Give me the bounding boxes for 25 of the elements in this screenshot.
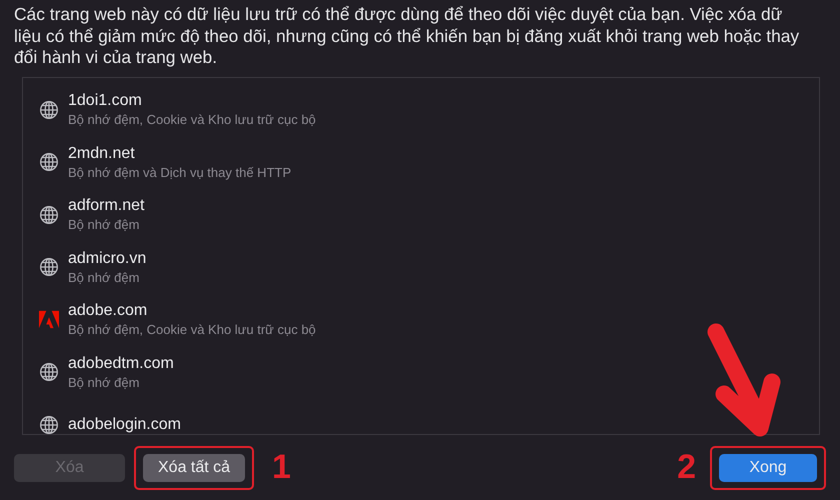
website-item[interactable]: admicro.vn Bộ nhớ đệm	[23, 241, 819, 294]
website-item[interactable]: adobe.com Bộ nhớ đệm, Cookie và Kho lưu trữ cục bộ	[23, 294, 819, 346]
remove-button[interactable]: Xóa tất cả	[143, 454, 246, 482]
data-details: Bộ nhớ đệm, Cookie và Kho lưu trữ cục bộ	[68, 321, 316, 340]
done-button[interactable]: Xong	[719, 454, 817, 482]
data-details: Bộ nhớ đệm, Cookie và Kho lưu trữ cục bộ	[68, 111, 316, 130]
domain-name: 1doi1.com	[68, 91, 143, 112]
domain-name: adobelogin.com	[68, 415, 181, 434]
domain-name: adobedtm.com	[68, 354, 174, 374]
step-number: 1	[272, 448, 291, 487]
data-details: Bộ nhớ đệm	[68, 374, 140, 392]
data-details: Bộ nhớ đệm và Dịch vụ thay thế HTTP	[68, 164, 292, 182]
website-item[interactable]: adform.net Bộ nhớ đệm	[23, 188, 819, 241]
website-item[interactable]: 1doi1.com Bộ nhớ đệm, Cookie và Kho lưu trữ cục bộ	[23, 84, 819, 136]
website-item[interactable]: adobelogin.com	[23, 398, 819, 434]
domain-name: adform.net	[68, 196, 144, 216]
domain-name: admicro.vn	[68, 248, 146, 269]
data-details: Bộ nhớ đệm	[68, 268, 140, 287]
domain-name: 2mdn.net	[68, 144, 136, 164]
domain-name: adobe.com	[68, 301, 148, 322]
step-number: 2	[677, 448, 696, 487]
description-text: Các trang web này có dữ liệu lưu trữ có thể được dùng để theo dõi việc duyệt của bạn. Việc xóa dữ liệu có thể giảm mức độ theo dõi, nhưng cũng có thể khiến bạn bị đăng xuất khỏi trang web hoặc thay đổi hành vi của trang web.	[14, 4, 800, 68]
website-item[interactable]: adobedtm.com Bộ nhớ đệm	[23, 346, 819, 398]
data-details: Bộ nhớ đệm	[68, 216, 140, 234]
website-item[interactable]: 2mdn.net Bộ nhớ đệm và Dịch vụ thay thế HTTP	[23, 136, 819, 188]
